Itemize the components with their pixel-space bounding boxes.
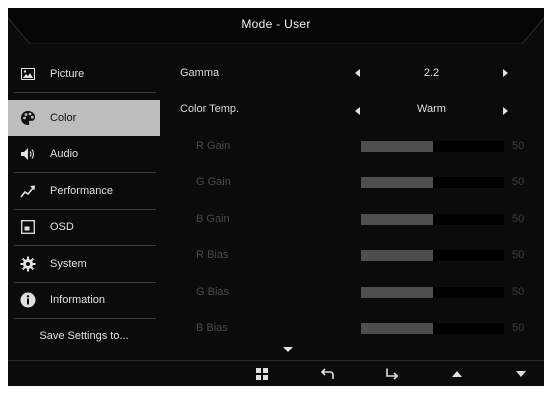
- r-gain-row: R Gain 50: [180, 129, 540, 165]
- palette-icon: [20, 110, 36, 126]
- divider: [14, 92, 156, 93]
- slider-label: B Gain: [196, 213, 230, 225]
- slider-fill: [361, 287, 433, 298]
- sidebar-item-osd[interactable]: OSD: [8, 209, 160, 245]
- sidebar-item-label: Performance: [50, 185, 113, 197]
- info-icon: [20, 292, 36, 308]
- osd-menu: Mode - User Picture Color Audio Performa…: [8, 8, 544, 386]
- divider: [14, 318, 156, 319]
- slider-value: 50: [512, 176, 525, 188]
- speaker-icon: [20, 146, 36, 162]
- slider-fill: [361, 214, 433, 225]
- slider-label: G Gain: [196, 176, 231, 188]
- color-temp-row[interactable]: Color Temp. Warm: [180, 92, 540, 128]
- g-bias-row: G Bias 50: [180, 275, 540, 311]
- g-gain-row: G Gain 50: [180, 165, 540, 201]
- gamma-value: 2.2: [423, 67, 440, 79]
- sidebar-item-label: Picture: [50, 68, 85, 80]
- gamma-row[interactable]: Gamma 2.2: [180, 56, 540, 92]
- save-settings-item[interactable]: Save Settings to...: [8, 330, 160, 342]
- slider-fill: [361, 250, 433, 261]
- color-temp-label: Color Temp.: [180, 103, 240, 115]
- osd-window-icon: [20, 219, 36, 235]
- slider-fill: [361, 323, 433, 334]
- r-bias-row: R Bias 50: [180, 238, 540, 274]
- sidebar-item-audio[interactable]: Audio: [8, 136, 160, 172]
- enter-icon[interactable]: [383, 365, 401, 383]
- sidebar-item-label: System: [50, 258, 87, 270]
- down-arrow-icon[interactable]: [512, 365, 530, 383]
- sidebar-item-information[interactable]: Information: [8, 282, 160, 318]
- osd-header: Mode - User: [8, 8, 544, 44]
- sidebar-item-color[interactable]: Color: [8, 100, 160, 136]
- up-arrow-icon[interactable]: [448, 365, 466, 383]
- picture-icon: [20, 66, 36, 82]
- b-bias-row: B Bias 50: [180, 311, 540, 347]
- slider-fill: [361, 177, 433, 188]
- sidebar-item-label: Color: [50, 112, 77, 124]
- scroll-down-icon[interactable]: [283, 347, 293, 352]
- menu-grid-icon[interactable]: [253, 365, 271, 383]
- mode-title: Mode - User: [241, 17, 311, 31]
- slider-track: [361, 287, 504, 298]
- slider-value: 50: [512, 322, 525, 334]
- right-arrow-icon[interactable]: [503, 107, 508, 115]
- gear-icon: [20, 256, 36, 272]
- slider-track: [361, 250, 504, 261]
- b-gain-row: B Gain 50: [180, 202, 540, 238]
- slider-track: [361, 214, 504, 225]
- sidebar-item-performance[interactable]: Performance: [8, 173, 160, 209]
- slider-value: 50: [512, 286, 525, 298]
- slider-value: 50: [512, 249, 525, 261]
- slider-value: 50: [512, 140, 525, 152]
- sidebar-item-system[interactable]: System: [8, 246, 160, 282]
- slider-track: [361, 323, 504, 334]
- back-icon[interactable]: [319, 365, 337, 383]
- sidebar-item-label: Audio: [50, 148, 79, 160]
- sidebar-item-picture[interactable]: Picture: [8, 56, 160, 92]
- slider-track: [361, 177, 504, 188]
- slider-track: [361, 141, 504, 152]
- button-guide: [8, 360, 544, 386]
- slider-label: B Bias: [196, 322, 228, 334]
- slider-label: R Gain: [196, 140, 231, 152]
- slider-label: R Bias: [196, 249, 229, 261]
- sidebar-item-label: OSD: [50, 221, 74, 233]
- slider-value: 50: [512, 213, 525, 225]
- sidebar-item-label: Information: [50, 294, 106, 306]
- slider-label: G Bias: [196, 286, 230, 298]
- color-temp-value: Warm: [417, 103, 446, 115]
- trend-arrow-icon: [20, 183, 36, 199]
- right-arrow-icon[interactable]: [503, 69, 508, 77]
- gamma-label: Gamma: [180, 67, 220, 79]
- slider-fill: [361, 141, 433, 152]
